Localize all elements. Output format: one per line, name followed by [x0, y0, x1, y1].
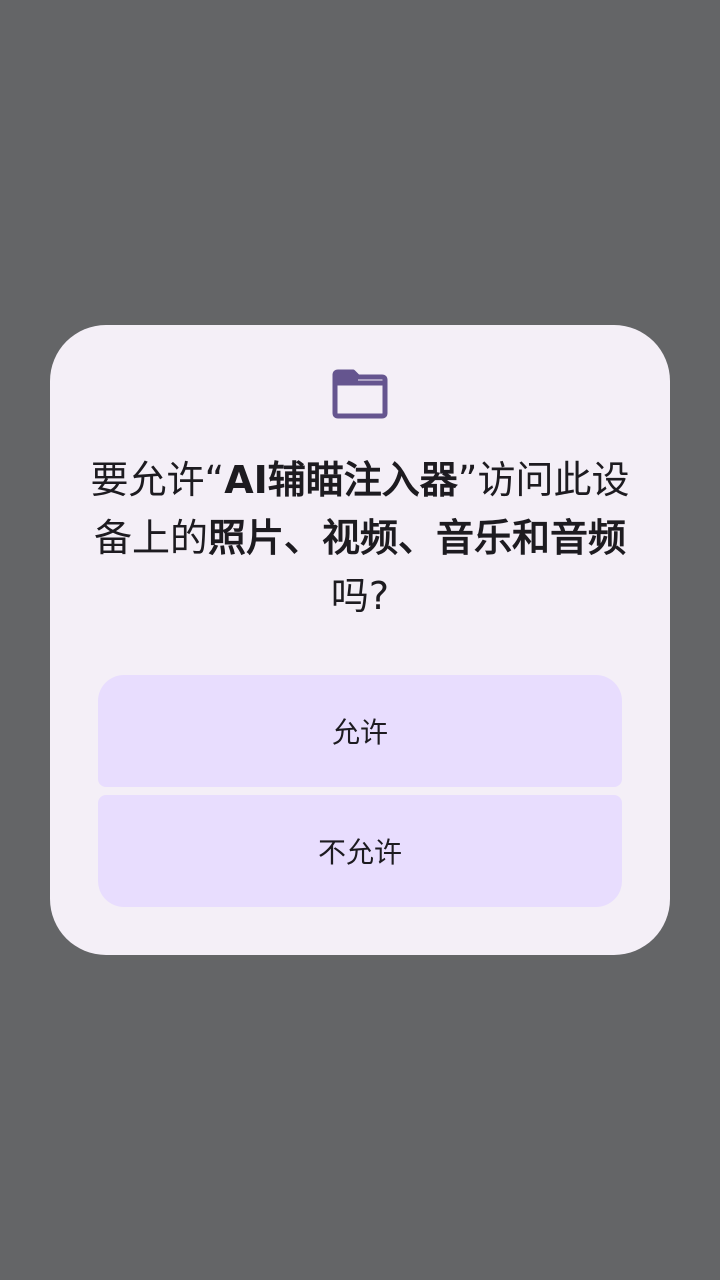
dialog-title: 要允许“AI辅瞄注入器”访问此设备上的照片、视频、音乐和音频吗?: [90, 451, 630, 625]
title-prefix: 要允许“: [90, 458, 225, 502]
permission-dialog: 要允许“AI辅瞄注入器”访问此设备上的照片、视频、音乐和音频吗? 允许 不允许: [50, 325, 670, 955]
allow-button[interactable]: 允许: [98, 675, 622, 787]
allow-button-label: 允许: [331, 716, 388, 749]
title-suffix: 吗?: [330, 574, 390, 618]
media-types: 照片、视频、音乐和音频: [208, 516, 627, 560]
deny-button-label: 不允许: [317, 836, 402, 869]
app-name: AI辅瞄注入器: [224, 458, 458, 502]
folder-icon: [50, 369, 670, 419]
deny-button[interactable]: 不允许: [98, 795, 622, 907]
